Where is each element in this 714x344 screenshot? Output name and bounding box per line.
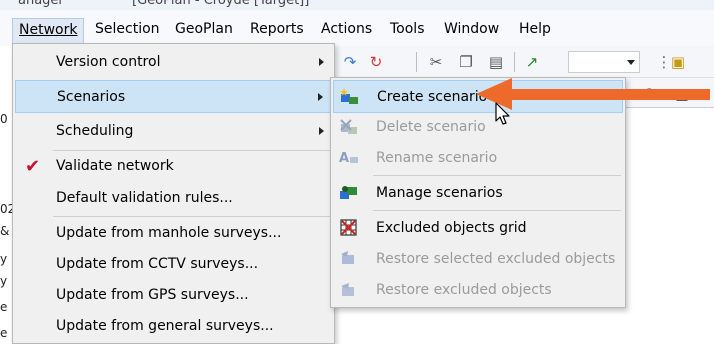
menu-item-scenarios[interactable]: Scenarios <box>15 80 332 113</box>
menu-network[interactable]: Network <box>12 18 85 44</box>
background-text: & <box>0 224 10 238</box>
svg-text:A: A <box>339 151 349 166</box>
submenu-arrow-icon <box>319 127 324 135</box>
background-text: 02 <box>0 202 12 216</box>
menu-item-restore-excluded[interactable]: Restore excluded objects <box>333 274 623 307</box>
menu-item-default-validation-rules[interactable]: Default validation rules... <box>15 182 332 215</box>
window-title-left: anager <box>18 0 64 8</box>
menu-item-delete-scenario[interactable]: Delete scenario <box>333 111 623 144</box>
menu-item-update-manhole[interactable]: Update from manhole surveys... <box>15 217 332 250</box>
menu-item-restore-selected-excluded[interactable]: Restore selected excluded objects <box>333 243 623 276</box>
menu-tools[interactable]: Tools <box>384 18 431 44</box>
submenu-arrow-icon <box>319 58 324 66</box>
window-title-bar: anager [GeoPlan - Croyde [Target]] <box>0 0 714 10</box>
menu-item-validate-network[interactable]: ✔ Validate network <box>15 150 332 183</box>
toolbar-separator <box>514 52 515 72</box>
checkmark-icon: ✔ <box>25 156 41 177</box>
menu-item-update-general[interactable]: Update from general surveys... <box>15 310 332 343</box>
background-text: y <box>0 274 8 288</box>
menu-item-update-gps[interactable]: Update from GPS surveys... <box>15 279 332 312</box>
menu-bar: Network Selection GeoPlan Reports Action… <box>0 10 714 46</box>
background-panel: 0 02 & y y e e <box>0 46 12 344</box>
background-text: y <box>0 252 8 266</box>
menu-item-manage-scenarios[interactable]: Manage scenarios <box>333 177 623 210</box>
refresh-icon[interactable]: ↻ <box>366 52 386 72</box>
delete-scenario-icon <box>340 119 357 134</box>
restore-excluded-icon <box>341 283 354 296</box>
excluded-objects-grid-icon <box>340 219 357 236</box>
toolbar-combo[interactable] <box>568 51 640 73</box>
background-text: e <box>0 326 8 340</box>
menu-item-scheduling[interactable]: Scheduling <box>15 115 332 148</box>
menu-actions[interactable]: Actions <box>315 18 378 44</box>
paste-icon[interactable]: ▤ <box>486 52 506 72</box>
menu-separator <box>373 175 621 176</box>
menu-selection[interactable]: Selection <box>89 18 166 44</box>
restore-selected-icon <box>341 251 354 264</box>
create-scenario-icon <box>340 88 358 104</box>
toolbar-separator <box>416 52 417 72</box>
menu-reports[interactable]: Reports <box>244 18 310 44</box>
menu-item-version-control[interactable]: Version control <box>15 46 332 79</box>
copy-icon[interactable]: ❐ <box>456 52 476 72</box>
manage-scenarios-icon <box>340 186 357 199</box>
menu-window[interactable]: Window <box>438 18 505 44</box>
submenu-arrow-icon <box>318 93 323 101</box>
menu-separator <box>373 210 621 211</box>
background-text: e <box>0 300 8 314</box>
new-folder-icon[interactable]: ▣ <box>668 52 688 72</box>
redo-icon[interactable]: ↷ <box>340 52 360 72</box>
cut-icon[interactable]: ✂ <box>426 52 446 72</box>
background-text: 0 <box>0 112 8 126</box>
menu-item-update-cctv[interactable]: Update from CCTV surveys... <box>15 248 332 281</box>
draw-icon[interactable]: ↗ <box>522 52 542 72</box>
menu-item-excluded-objects-grid[interactable]: Excluded objects grid <box>333 212 623 245</box>
window-title: [GeoPlan - Croyde [Target]] <box>132 0 310 8</box>
menu-geoplan[interactable]: GeoPlan <box>169 18 239 44</box>
network-menu: Version control Scenarios Scheduling ✔ V… <box>12 43 335 344</box>
menu-help[interactable]: Help <box>513 18 557 44</box>
mouse-cursor-icon <box>495 102 510 125</box>
rename-scenario-icon: A <box>339 151 358 166</box>
menu-item-rename-scenario[interactable]: A Rename scenario <box>333 142 623 175</box>
